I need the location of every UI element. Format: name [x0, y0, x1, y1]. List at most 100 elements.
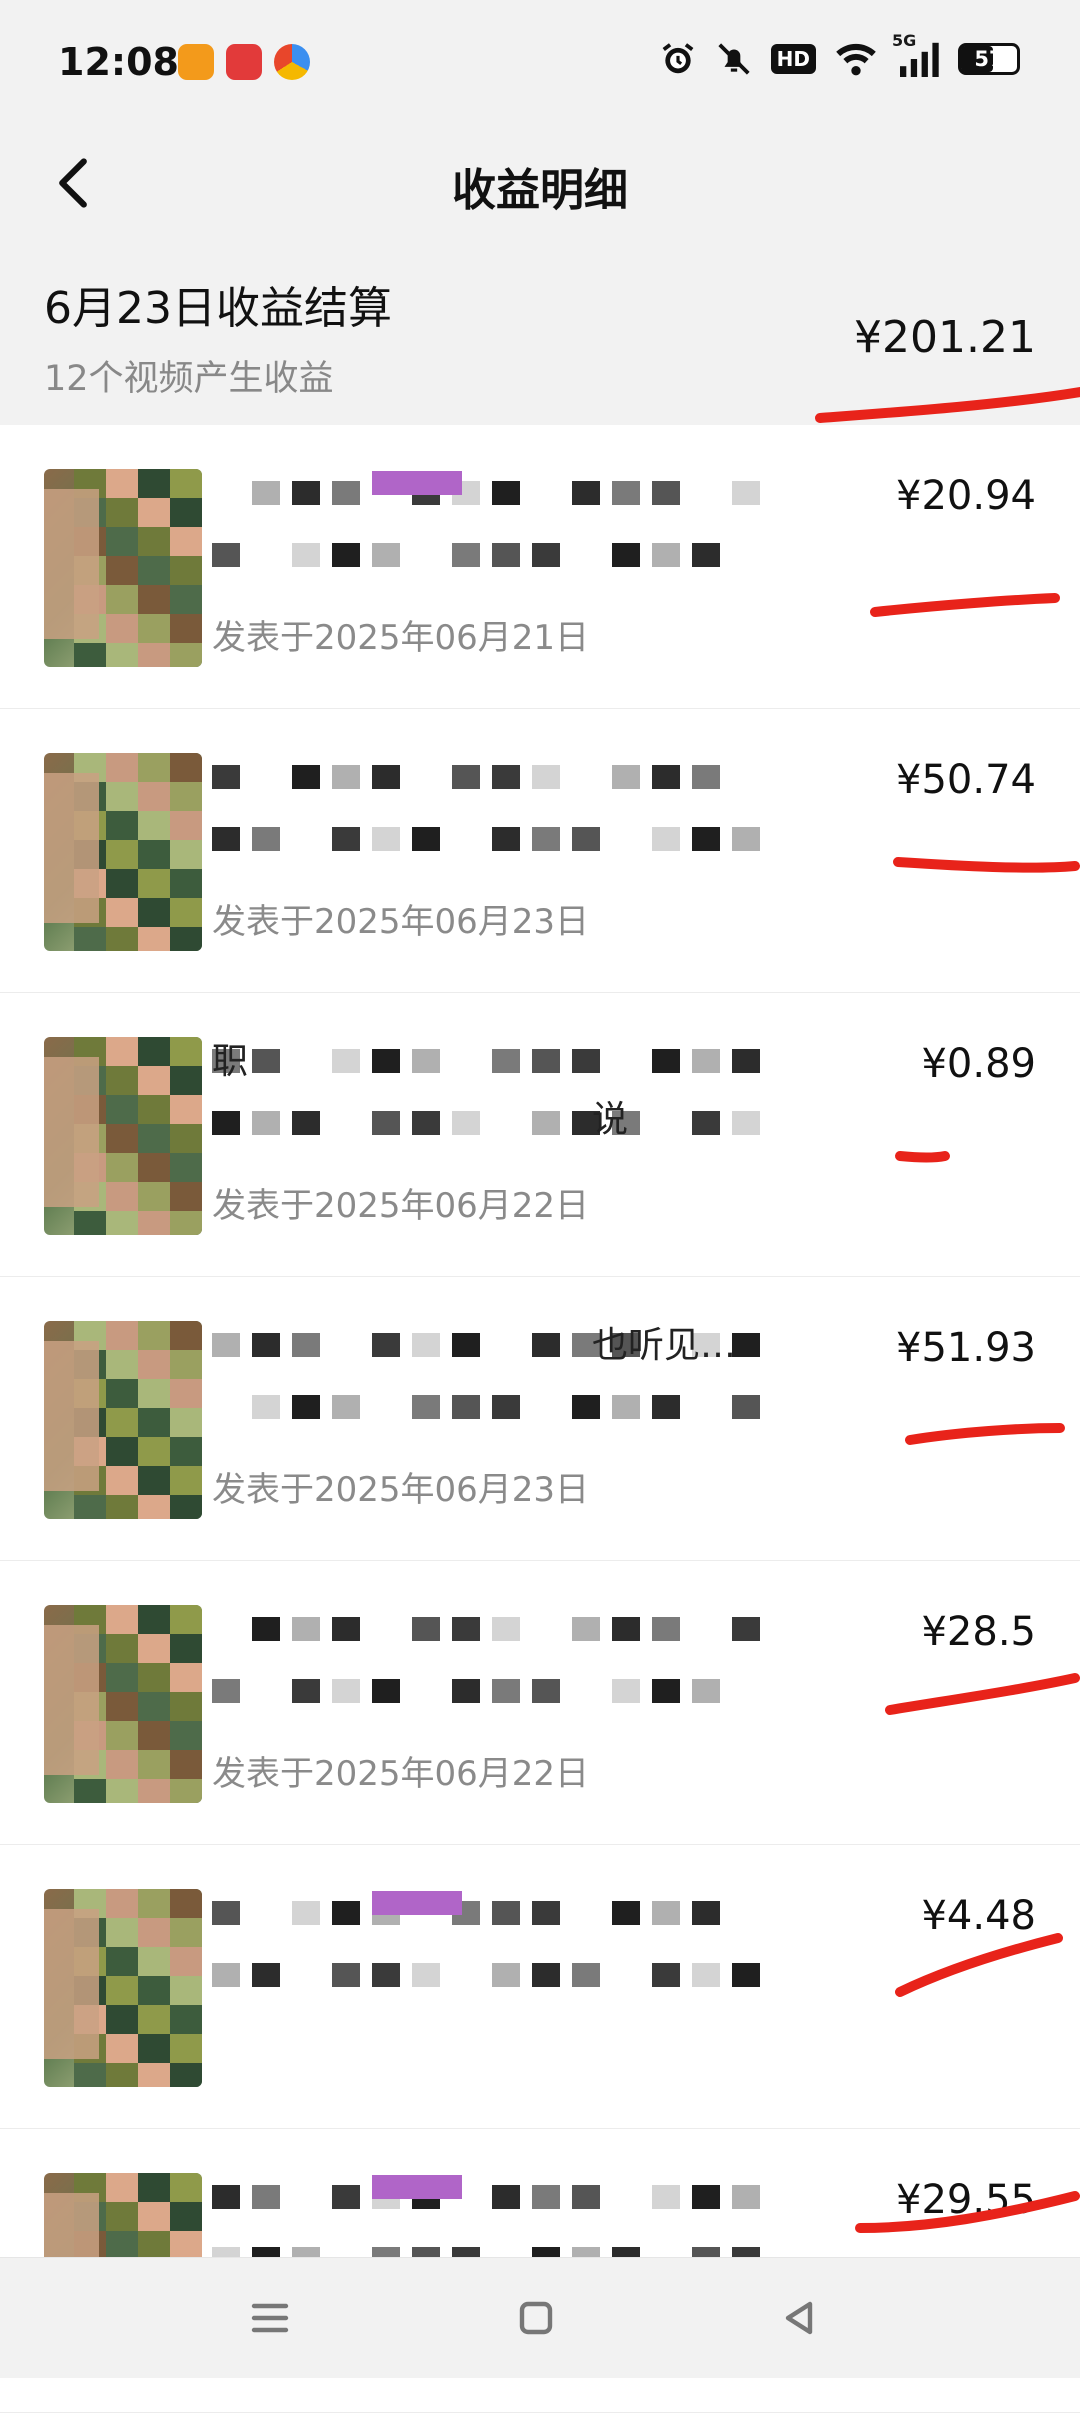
- mosaic-block: [170, 2005, 202, 2034]
- mosaic-block: [170, 1379, 202, 1408]
- mosaic-block: [138, 1211, 170, 1235]
- mosaic-block: [138, 1495, 170, 1519]
- mosaic-block: [170, 1153, 202, 1182]
- mosaic-block: [138, 753, 170, 782]
- video-title: 也听见…: [212, 1317, 792, 1433]
- video-title: 职 说: [212, 1033, 792, 1149]
- mosaic-block: [106, 527, 138, 556]
- mosaic-block: [106, 753, 138, 782]
- mosaic-block: [170, 1437, 202, 1466]
- network-type: 5G: [892, 31, 917, 50]
- mosaic-block: [138, 1750, 170, 1779]
- mosaic-block: [170, 927, 202, 951]
- mosaic-block: [138, 1037, 170, 1066]
- list-item[interactable]: 发表于2025年06月21日 ¥20.94: [0, 425, 1080, 709]
- mosaic-block: [138, 1182, 170, 1211]
- back-nav-button[interactable]: [770, 2288, 830, 2348]
- mosaic-block: [170, 1692, 202, 1721]
- video-thumbnail[interactable]: [44, 1889, 202, 2087]
- list-item[interactable]: 职 说 发表于2025年06月22日 ¥0.89: [0, 993, 1080, 1277]
- item-amount: ¥50.74: [896, 757, 1036, 803]
- publish-date: 发表于2025年06月23日: [212, 902, 590, 942]
- video-thumbnail[interactable]: [44, 469, 202, 667]
- mosaic-block: [106, 1889, 138, 1918]
- item-amount: ¥0.89: [921, 1041, 1036, 1087]
- battery-level: 57: [974, 47, 1004, 71]
- mosaic-block: [170, 1495, 202, 1519]
- mosaic-block: [170, 643, 202, 667]
- mosaic-block: [138, 1437, 170, 1466]
- mosaic-block: [170, 1947, 202, 1976]
- mosaic-block: [106, 469, 138, 498]
- mosaic-block: [170, 2173, 202, 2202]
- mosaic-block: [138, 469, 170, 498]
- item-amount: ¥20.94: [896, 473, 1036, 519]
- list-item[interactable]: ¥4.48: [0, 1845, 1080, 2129]
- mosaic-block: [170, 1066, 202, 1095]
- video-title-line: 职: [212, 1041, 249, 1082]
- mosaic-block: [138, 1663, 170, 1692]
- mosaic-block: [170, 1037, 202, 1066]
- signal-icon: 5G: [892, 31, 940, 77]
- mosaic-block: [138, 1721, 170, 1750]
- mosaic-block: [138, 1605, 170, 1634]
- mosaic-block: [138, 1124, 170, 1153]
- mosaic-block: [106, 1663, 138, 1692]
- mosaic-block: [170, 1350, 202, 1379]
- mosaic-block: [106, 811, 138, 840]
- mosaic-block: [138, 527, 170, 556]
- mosaic-block: [170, 2034, 202, 2063]
- item-amount: ¥28.5: [921, 1609, 1036, 1655]
- list-item[interactable]: 也听见… 发表于2025年06月23日 ¥51.93: [0, 1277, 1080, 1561]
- mosaic-block: [138, 643, 170, 667]
- mosaic-block: [138, 1889, 170, 1918]
- wifi-icon: [834, 41, 878, 77]
- mosaic-block: [106, 1153, 138, 1182]
- mosaic-block: [170, 2231, 202, 2260]
- mosaic-block: [138, 1066, 170, 1095]
- mosaic-block: [106, 1605, 138, 1634]
- mosaic-block: [106, 1634, 138, 1663]
- mosaic-block: [170, 2202, 202, 2231]
- mosaic-block: [170, 1095, 202, 1124]
- mosaic-block: [106, 1692, 138, 1721]
- mosaic-block: [170, 1779, 202, 1803]
- mosaic-block: [138, 1408, 170, 1437]
- video-thumbnail[interactable]: [44, 753, 202, 951]
- mosaic-block: [138, 1095, 170, 1124]
- mosaic-block: [170, 1124, 202, 1153]
- video-thumbnail[interactable]: [44, 1037, 202, 1235]
- mosaic-block: [106, 1037, 138, 1066]
- mosaic-block: [138, 782, 170, 811]
- mosaic-block: [106, 1437, 138, 1466]
- video-title: [212, 1885, 792, 2001]
- mosaic-block: [106, 1976, 138, 2005]
- nav-bar: 收益明细: [0, 130, 1080, 240]
- video-thumbnail[interactable]: [44, 1605, 202, 1803]
- video-thumbnail[interactable]: [44, 1321, 202, 1519]
- mosaic-block: [170, 1605, 202, 1634]
- mosaic-block: [170, 469, 202, 498]
- mute-icon: [715, 40, 753, 78]
- mosaic-block: [138, 498, 170, 527]
- mosaic-block: [106, 1466, 138, 1495]
- mosaic-block: [106, 2173, 138, 2202]
- mosaic-block: [170, 1182, 202, 1211]
- mosaic-block: [138, 2005, 170, 2034]
- mosaic-block: [74, 1211, 106, 1235]
- mosaic-block: [170, 898, 202, 927]
- mosaic-block: [106, 1918, 138, 1947]
- mosaic-block: [106, 1211, 138, 1235]
- mosaic-block: [138, 927, 170, 951]
- mosaic-block: [138, 2173, 170, 2202]
- home-button[interactable]: [506, 2288, 566, 2348]
- publish-date: 发表于2025年06月23日: [212, 1470, 590, 1510]
- summary-title: 6月23日收益结算: [44, 283, 392, 334]
- mosaic-block: [74, 2063, 106, 2087]
- list-item[interactable]: 发表于2025年06月22日 ¥28.5: [0, 1561, 1080, 1845]
- menu-button[interactable]: [240, 2288, 300, 2348]
- mosaic-block: [170, 869, 202, 898]
- mosaic-block: [170, 1750, 202, 1779]
- list-item[interactable]: 发表于2025年06月23日 ¥50.74: [0, 709, 1080, 993]
- mosaic-block: [106, 2202, 138, 2231]
